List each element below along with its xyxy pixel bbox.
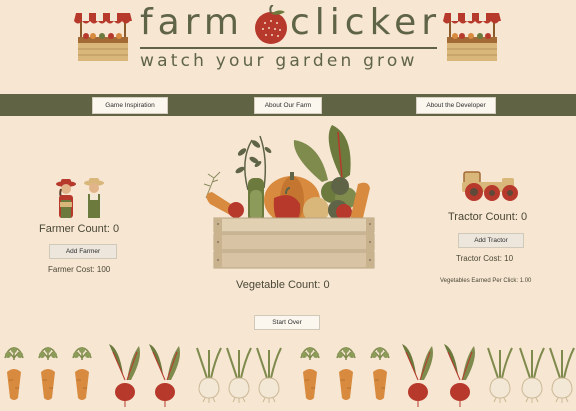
title-divider bbox=[140, 47, 437, 49]
game-inspiration-button[interactable]: Game Inspiration bbox=[92, 97, 168, 114]
vegetables-per-click: Vegetables Earned Per Click: 1.00 bbox=[440, 278, 532, 284]
game-title-farm: farm bbox=[140, 2, 244, 43]
vegetable-crate-button[interactable] bbox=[192, 120, 388, 272]
farmer-cost: Farmer Cost: 100 bbox=[48, 265, 111, 274]
nav-bar: Game Inspiration About Our Farm About th… bbox=[0, 94, 576, 116]
start-over-button[interactable]: Start Over bbox=[254, 315, 320, 330]
farmers-icon bbox=[56, 178, 104, 218]
about-farm-button[interactable]: About Our Farm bbox=[254, 97, 322, 114]
add-tractor-button[interactable]: Add Tractor bbox=[458, 233, 524, 248]
tomato-logo-icon bbox=[255, 5, 287, 44]
tractor-icon bbox=[462, 171, 518, 201]
farmer-count: Farmer Count: 0 bbox=[39, 223, 120, 235]
add-farmer-button[interactable]: Add Farmer bbox=[49, 244, 117, 259]
garden-border-icon bbox=[4, 343, 575, 408]
tractor-count: Tractor Count: 0 bbox=[448, 211, 528, 223]
vegetable-count: Vegetable Count: 0 bbox=[236, 279, 330, 291]
market-stall-right-icon bbox=[443, 13, 501, 61]
game-subtitle: watch your garden grow bbox=[140, 51, 418, 71]
game-title-clicker: clicker bbox=[290, 2, 442, 43]
about-developer-button[interactable]: About the Developer bbox=[416, 97, 496, 114]
tractor-cost: Tractor Cost: 10 bbox=[456, 254, 514, 263]
market-stall-left-icon bbox=[74, 13, 132, 61]
